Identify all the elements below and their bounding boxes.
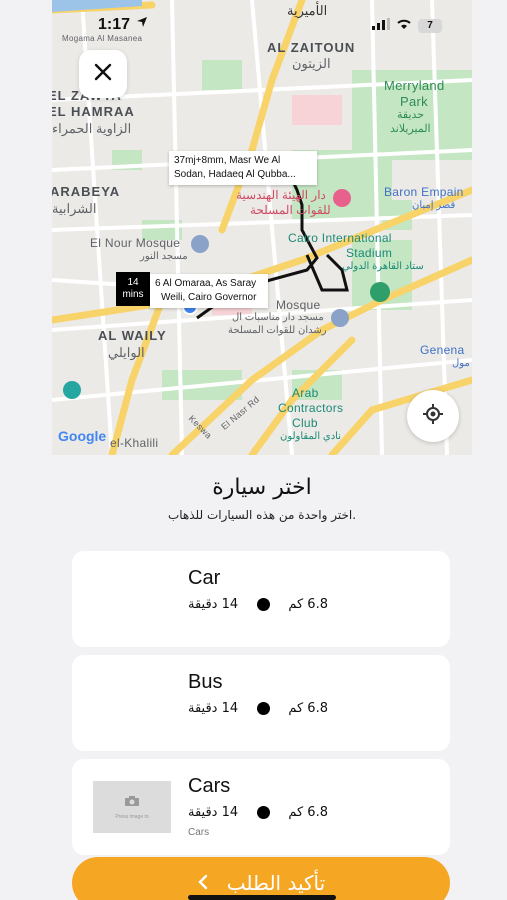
sheet-subtitle: اختر واحدة من هذه السيارات للذهاب. [167,508,357,522]
map-label-arab-contractors-ar: نادي المقاولون [280,431,341,442]
vehicle-duration: 14 دقيقة [188,701,239,716]
destination-line1: 37mj+8mm, Masr We Al [174,155,281,166]
chevron-left-icon [197,871,209,895]
eta-badge: 14 mins [116,272,150,306]
map-label-rashdan-ar2: رشدان للقوات المسلحة [228,325,327,336]
map-label-arab-contractors-en1: Arab [292,386,319,400]
status-icons: 7 [372,17,442,35]
close-button[interactable] [79,50,127,98]
vehicle-image-placeholder: Press image to [93,781,171,833]
phone-screen: الأميرية Mogama Al Masanea AL ZAITOUN ال… [52,0,472,900]
vehicle-card-cars[interactable]: Press image to Cars 14 دقيقة 6.8 كم Cars [72,759,450,855]
vehicle-card-bus[interactable]: Bus 14 دقيقة 6.8 كم [72,655,450,751]
map-label-sharabeya-en: ARABEYA [52,184,121,199]
map-label-stadium-en2: Stadium [346,246,393,260]
map-label-genena-ar: مول [452,358,470,369]
sheet-title: اختر سيارة [212,475,312,500]
map-label-zaitoun-ar: الزيتون [292,56,331,71]
vehicle-selection-sheet: اختر سيارة اختر واحدة من هذه السيارات لل… [52,455,472,900]
confirm-order-button[interactable]: تأكيد الطلب [72,857,450,900]
map-label-nour-mosque-ar: مسجد النور [140,251,188,262]
status-bar: 1:17 7 [52,0,472,44]
map-label-arab-contractors-en3: Club [292,416,318,430]
google-logo: Google [58,428,107,444]
map-label-nour-mosque-en: El Nour Mosque [90,236,181,250]
map-label-merryland-ar2: الميريلاند [390,123,431,135]
image-placeholder-text: Press image to [115,814,149,820]
vehicle-meta: 14 دقيقة 6.8 كم [188,701,328,716]
map-label-park-en: Park [400,94,428,109]
eta-unit: mins [122,289,144,300]
vehicle-name: Bus [188,671,223,693]
wifi-icon [396,17,412,35]
vehicle-duration: 14 دقيقة [188,597,239,612]
location-arrow-icon [136,15,148,33]
map-label-baron-ar: قصر إمبان [412,200,456,211]
vehicle-card-car[interactable]: Car 14 دقيقة 6.8 كم [72,551,450,647]
map-label-engineering-ar2: للقوات المسلحة [250,203,331,217]
map-label-khalili: el-Khalili [110,436,159,450]
destination-line2: Sodan, Hadaeq Al Qubba... [174,169,296,180]
map-label-genena-en: Genena [420,343,465,357]
map-label-rashdan-ar1: مسجد دار مناسبات ال [232,312,324,323]
vehicle-distance: 6.8 كم [288,805,328,820]
vehicle-distance: 6.8 كم [288,597,328,612]
origin-line2: Weili, Cairo Governor [161,292,257,303]
separator-dot-icon [256,598,270,611]
map-label-rashdan-en: Mosque [276,298,321,312]
map-label-waily-en: AL WAILY [98,328,167,343]
map-label-engineering-ar1: دار الهيئة الهندسية [236,188,326,202]
battery-indicator: 7 [418,19,442,33]
map-label-hamraa-en: EL HAMRAA [52,104,135,119]
home-indicator [188,895,336,900]
eta-value: 14 [127,277,139,288]
vehicle-meta: 14 دقيقة 6.8 كم [188,597,328,612]
separator-dot-icon [256,702,270,715]
status-time: 1:17 [98,16,131,33]
vehicle-subtitle: Cars [188,827,210,838]
map-view[interactable]: الأميرية Mogama Al Masanea AL ZAITOUN ال… [52,0,472,455]
map-label-sharabeya-ar: الشرابية [52,201,97,216]
origin-bubble[interactable]: 6 Al Omaraa, As Saray Weili, Cairo Gover… [150,274,268,308]
vehicle-duration: 14 دقيقة [188,805,239,820]
camera-icon [124,794,140,812]
destination-bubble[interactable]: 37mj+8mm, Masr We Al Sodan, Hadaeq Al Qu… [169,151,317,185]
map-label-zawya-ar: الزاوية الحمراء [52,121,132,136]
my-location-button[interactable] [407,390,459,442]
origin-line1: 6 Al Omaraa, As Saray [155,278,257,289]
map-label-merryland-ar: حديقة [397,109,425,121]
map-label-baron-en: Baron Empain [384,185,464,199]
vehicle-meta: 14 دقيقة 6.8 كم [188,805,328,820]
crosshair-icon [422,403,444,430]
separator-dot-icon [256,806,270,819]
map-label-stadium-ar: ستاد القاهرة الدولي [342,261,424,272]
vehicle-name: Cars [188,775,231,797]
close-icon [93,62,113,87]
map-label-waily-ar: الوايلي [108,345,145,360]
vehicle-distance: 6.8 كم [288,701,328,716]
map-label-arab-contractors-en2: Contractors [278,401,344,415]
map-label-stadium-en1: Cairo International [288,231,392,245]
vehicle-name: Car [188,567,221,589]
map-label-merryland-en: Merryland [384,78,445,93]
signal-icon [372,17,390,35]
confirm-order-label: تأكيد الطلب [226,871,326,895]
